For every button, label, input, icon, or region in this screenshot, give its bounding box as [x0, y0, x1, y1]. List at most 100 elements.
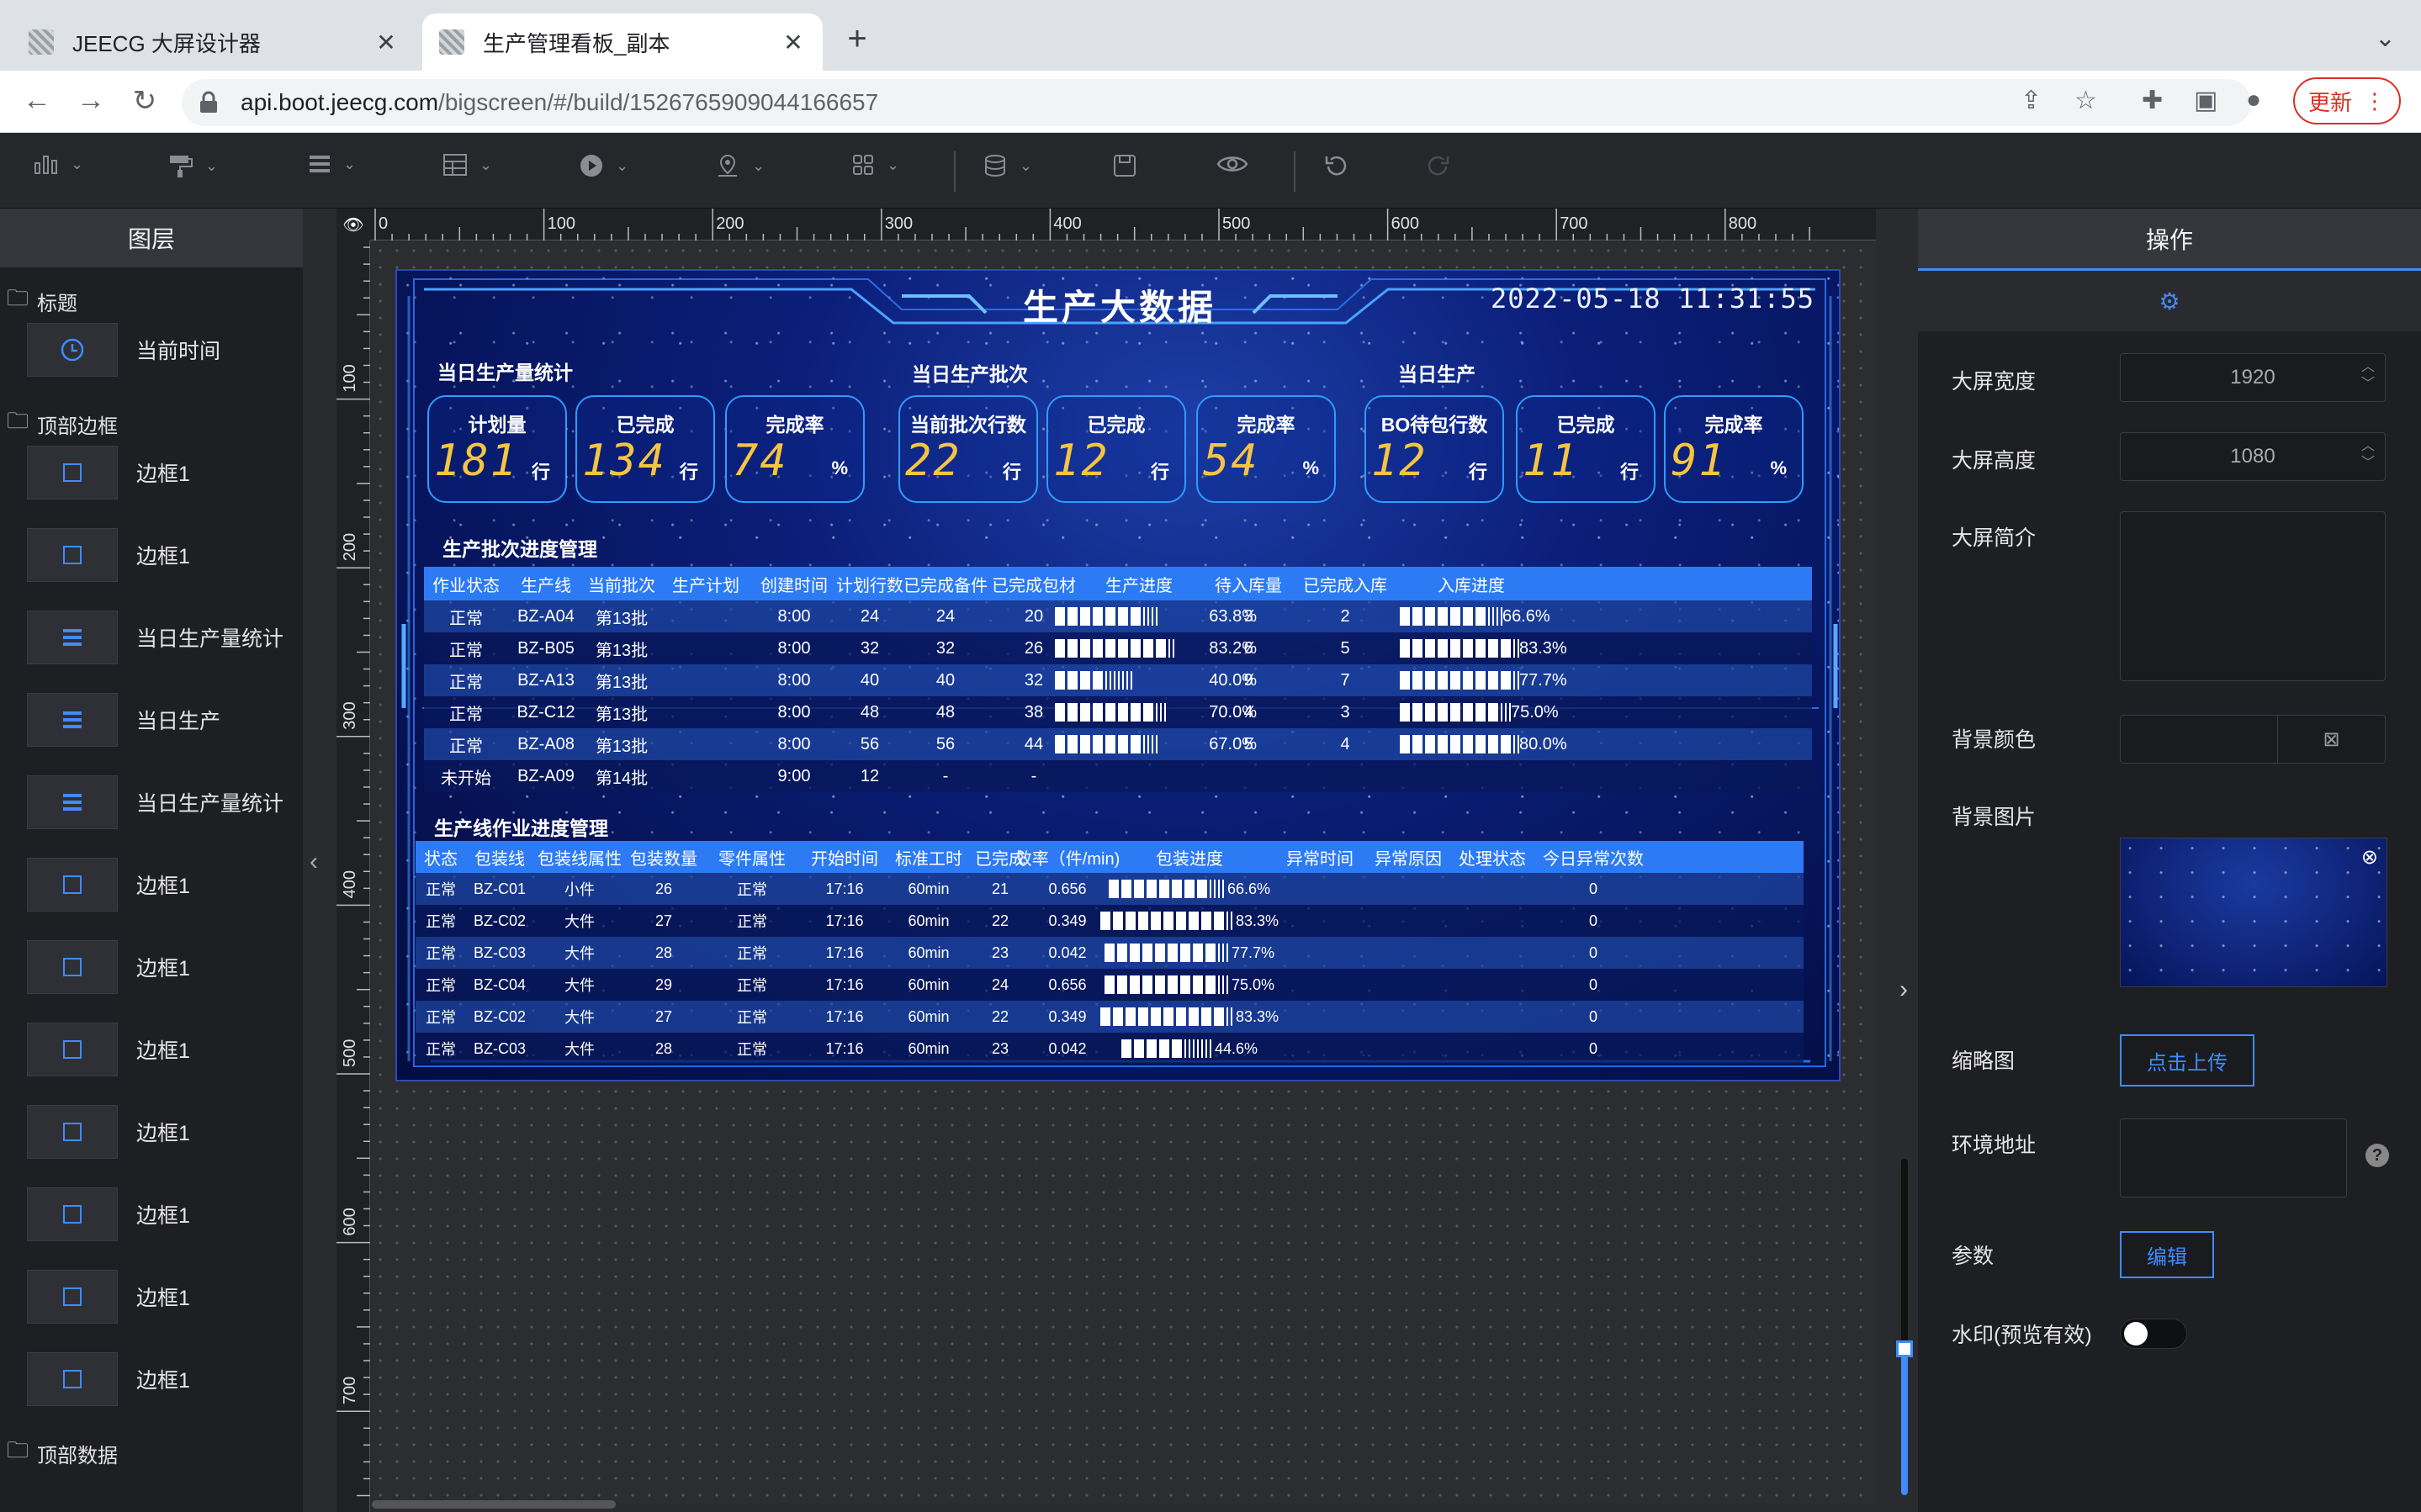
- layer-item[interactable]: 当日生产量统计: [27, 611, 283, 664]
- screen-height-input[interactable]: 1080 ︿ ﹀: [2120, 432, 2386, 481]
- zoom-slider-handle[interactable]: [1896, 1340, 1913, 1357]
- browser-tab-designer[interactable]: JEECG 大屏设计器 ✕: [12, 13, 416, 71]
- bigscreen-canvas[interactable]: 生产大数据 2022-05-18 11:31:55 当日生产量统计 当日生产批次…: [395, 269, 1841, 1081]
- stepper-arrows-icon[interactable]: ︿ ﹀: [2361, 359, 2375, 393]
- layer-group[interactable]: 🗀 顶部边框: [7, 405, 118, 442]
- undo-button[interactable]: [1324, 153, 1349, 178]
- table-cell: 0: [1588, 1007, 1597, 1025]
- progress-segment-filled: [1192, 975, 1203, 994]
- progress-segment-empty: [1226, 975, 1228, 994]
- layer-item[interactable]: 边框1: [27, 1105, 190, 1159]
- url-field[interactable]: api.boot.jeecg.com/bigscreen/#/build/152…: [182, 79, 2251, 126]
- collapse-left-chevron-icon[interactable]: ‹: [310, 848, 318, 876]
- layer-item[interactable]: 边框1: [27, 446, 190, 500]
- list-icon: [27, 775, 118, 829]
- layer-item[interactable]: 边框1: [27, 858, 190, 912]
- bg-image-thumbnail[interactable]: ⊗: [2120, 838, 2387, 987]
- progress-segment-filled: [1146, 1039, 1157, 1058]
- browser-tab-active[interactable]: 生产管理看板_副本 ✕: [422, 13, 823, 71]
- upload-button[interactable]: 点击上传: [2120, 1034, 2254, 1086]
- stepper-arrows-icon[interactable]: ︿ ﹀: [2361, 438, 2375, 472]
- back-arrow-icon[interactable]: ←: [19, 84, 56, 117]
- preview-button[interactable]: [1216, 153, 1248, 175]
- table-cell: 8:00: [777, 638, 811, 658]
- layer-group[interactable]: 🗀 标题: [7, 283, 77, 320]
- remove-image-close-icon[interactable]: ⊗: [2361, 845, 2378, 870]
- settings-tab[interactable]: ⚙: [1918, 271, 2421, 331]
- progress-bar: [1055, 639, 1174, 658]
- text-menu[interactable]: ⌄: [308, 153, 356, 175]
- screen-desc-textarea[interactable]: [2120, 511, 2386, 681]
- redo-button[interactable]: [1425, 153, 1450, 178]
- table-cell: 正常: [737, 945, 767, 962]
- ruler-left-label: 200: [341, 533, 359, 561]
- datasource-menu[interactable]: ⌄: [983, 153, 1032, 178]
- progress-segment-empty: [1226, 912, 1228, 930]
- thumbnail-label: 缩略图: [1952, 1049, 2016, 1073]
- table-cell: 正常: [737, 1009, 767, 1026]
- ruler-left-label: 700: [341, 1377, 359, 1404]
- extensions-puzzle-icon[interactable]: ✚: [2142, 86, 2163, 115]
- layer-item[interactable]: 边框1: [27, 528, 190, 582]
- reload-icon[interactable]: ↻: [126, 84, 163, 118]
- forward-arrow-icon[interactable]: →: [72, 84, 109, 117]
- table-icon: [443, 154, 467, 176]
- square-icon: [27, 528, 118, 582]
- update-button[interactable]: 更新 ⋮: [2293, 77, 2401, 124]
- progress-segment-filled: [1412, 639, 1422, 658]
- screen-width-input[interactable]: 1920 ︿ ﹀: [2120, 353, 2386, 402]
- horizontal-scrollbar[interactable]: [372, 1500, 616, 1509]
- header-cell: 开始时间: [811, 849, 878, 869]
- layer-item[interactable]: 边框1: [27, 1187, 190, 1241]
- table-cell: 0.656: [1048, 975, 1087, 993]
- progress-segment-empty: [1105, 671, 1107, 690]
- table-cell: 56: [860, 734, 880, 753]
- progress-segment-empty: [1126, 671, 1128, 690]
- color-picker-empty-icon[interactable]: ⊠: [2277, 716, 2385, 763]
- progress-segment-empty: [1217, 880, 1220, 898]
- table-cell: 29: [654, 975, 673, 993]
- layer-item[interactable]: 当前时间: [27, 323, 220, 377]
- layer-item[interactable]: 边框1: [27, 1352, 190, 1406]
- widget-menu[interactable]: ⌄: [851, 153, 899, 177]
- layer-item[interactable]: 边框1: [27, 1023, 190, 1076]
- layer-group[interactable]: 🗀 顶部数据: [7, 1435, 118, 1472]
- watermark-toggle[interactable]: [2120, 1319, 2187, 1349]
- edit-params-button[interactable]: 编辑: [2120, 1231, 2214, 1278]
- header-cell: 当前批次: [588, 576, 655, 595]
- help-question-icon[interactable]: ?: [2365, 1144, 2389, 1167]
- profile-avatar-icon[interactable]: ●: [2246, 86, 2261, 114]
- save-button[interactable]: [1112, 153, 1137, 178]
- share-icon[interactable]: ⇪: [2021, 86, 2042, 115]
- map-menu[interactable]: ⌄: [715, 153, 765, 178]
- progress-segment-filled: [1133, 1039, 1144, 1058]
- progress-segment-filled: [1167, 975, 1178, 994]
- stat-card-unit: 行: [679, 462, 698, 483]
- table-menu[interactable]: ⌄: [442, 153, 492, 177]
- folder-icon: 🗀: [7, 1437, 29, 1462]
- layer-item[interactable]: 边框1: [27, 940, 190, 994]
- ruler-toggle-eye-icon[interactable]: 👁: [336, 209, 370, 241]
- tab-search-chevron-icon[interactable]: ⌄: [2375, 24, 2396, 53]
- table-cell: 正常: [426, 881, 456, 898]
- chart-menu[interactable]: ⌄: [34, 153, 83, 175]
- style-menu[interactable]: ⌄: [168, 153, 218, 178]
- menu-dots-icon[interactable]: ⋮: [2364, 88, 2386, 114]
- tab-close-icon[interactable]: ✕: [781, 29, 806, 56]
- layer-item[interactable]: 当日生产量统计: [27, 775, 283, 829]
- progress-segment-filled: [1105, 703, 1115, 722]
- side-panel-icon[interactable]: ▣: [2194, 86, 2217, 115]
- layer-item[interactable]: 边框1: [27, 1270, 190, 1324]
- tab-close-icon[interactable]: ✕: [373, 29, 399, 56]
- progress-segment-empty: [1143, 607, 1145, 626]
- layer-item[interactable]: 当日生产: [27, 693, 220, 747]
- media-menu[interactable]: ⌄: [579, 153, 628, 178]
- layer-item-label: 当日生产量统计: [136, 627, 284, 651]
- progress-segment-filled: [1425, 735, 1435, 753]
- new-tab-button[interactable]: +: [836, 20, 878, 58]
- bg-color-input[interactable]: ⊠: [2120, 715, 2386, 764]
- env-address-textarea[interactable]: [2120, 1118, 2347, 1197]
- progress-segment-filled: [1171, 1039, 1182, 1058]
- collapse-right-chevron-icon[interactable]: ›: [1899, 975, 1908, 1004]
- bookmark-star-icon[interactable]: ☆: [2074, 86, 2097, 115]
